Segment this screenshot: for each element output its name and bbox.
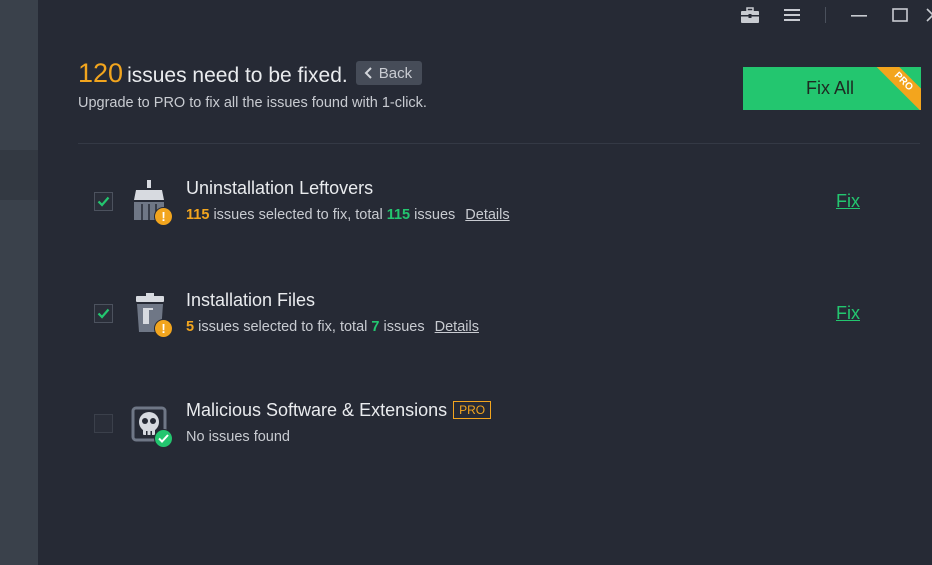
row-checkbox[interactable]	[94, 414, 113, 433]
trash-bin-icon: !	[130, 292, 174, 340]
desc-end: issues	[414, 207, 456, 223]
minimize-icon[interactable]	[848, 4, 870, 26]
fix-all-label: Fix All	[805, 78, 854, 98]
fix-link[interactable]: Fix	[836, 303, 860, 324]
fix-link[interactable]: Fix	[836, 191, 860, 212]
header-divider	[78, 143, 920, 144]
row-checkbox[interactable]	[94, 304, 113, 323]
toolbox-icon[interactable]	[739, 4, 761, 26]
row-description: 5 issues selected to fix, total 7 issues…	[186, 319, 479, 335]
checkmark-icon	[97, 308, 110, 319]
background-app-strip	[0, 0, 38, 565]
fix-all-button[interactable]: Fix All PRO	[743, 67, 921, 110]
warning-icon: !	[154, 207, 173, 226]
selected-count: 115	[186, 207, 210, 223]
desc-middle: issues selected to fix, total	[198, 319, 368, 335]
row-title-text: Malicious Software & Extensions	[186, 400, 448, 420]
details-link[interactable]: Details	[465, 207, 509, 223]
upgrade-hint: Upgrade to PRO to fix all the issues fou…	[78, 95, 427, 111]
back-button[interactable]: Back	[355, 61, 423, 85]
status-text: No issues found	[186, 429, 290, 445]
back-button-label: Back	[378, 64, 413, 82]
issue-count: 120	[78, 58, 124, 88]
total-count: 7	[371, 319, 380, 335]
row-title: Malicious Software & Extensions PRO	[186, 400, 492, 421]
close-icon[interactable]	[922, 4, 932, 26]
issue-row-uninstallation-leftovers: ! Uninstallation Leftovers 115 issues se…	[94, 176, 894, 246]
checkmark-icon	[97, 196, 110, 207]
issue-row-malicious-software: Malicious Software & Extensions PRO No is…	[94, 398, 894, 468]
window-controls	[732, 4, 932, 26]
selected-count: 5	[186, 319, 195, 335]
skull-shield-icon	[130, 402, 174, 450]
page-title: 120 issues need to be fixed. Back	[78, 58, 423, 89]
menu-icon[interactable]	[781, 4, 803, 26]
chevron-left-icon	[364, 67, 372, 79]
check-icon	[154, 429, 173, 448]
controls-separator	[825, 7, 826, 23]
desc-middle: issues selected to fix, total	[213, 207, 383, 223]
total-count: 115	[386, 207, 411, 223]
issue-row-installation-files: ! Installation Files 5 issues selected t…	[94, 288, 894, 358]
pro-ribbon: PRO	[872, 67, 921, 110]
details-link[interactable]: Details	[435, 319, 479, 335]
warning-icon: !	[154, 319, 173, 338]
results-panel: 120 issues need to be fixed. Back Upgrad…	[38, 0, 932, 565]
headline-text: issues need to be fixed.	[127, 64, 348, 87]
maximize-icon[interactable]	[889, 4, 911, 26]
row-title: Uninstallation Leftovers	[186, 178, 374, 198]
broom-icon: !	[130, 180, 174, 228]
row-checkbox[interactable]	[94, 192, 113, 211]
desc-end: issues	[383, 319, 425, 335]
background-band	[0, 150, 38, 200]
row-title: Installation Files	[186, 290, 316, 310]
row-description: 115 issues selected to fix, total 115 is…	[186, 207, 510, 223]
pro-tag: PRO	[453, 401, 492, 419]
